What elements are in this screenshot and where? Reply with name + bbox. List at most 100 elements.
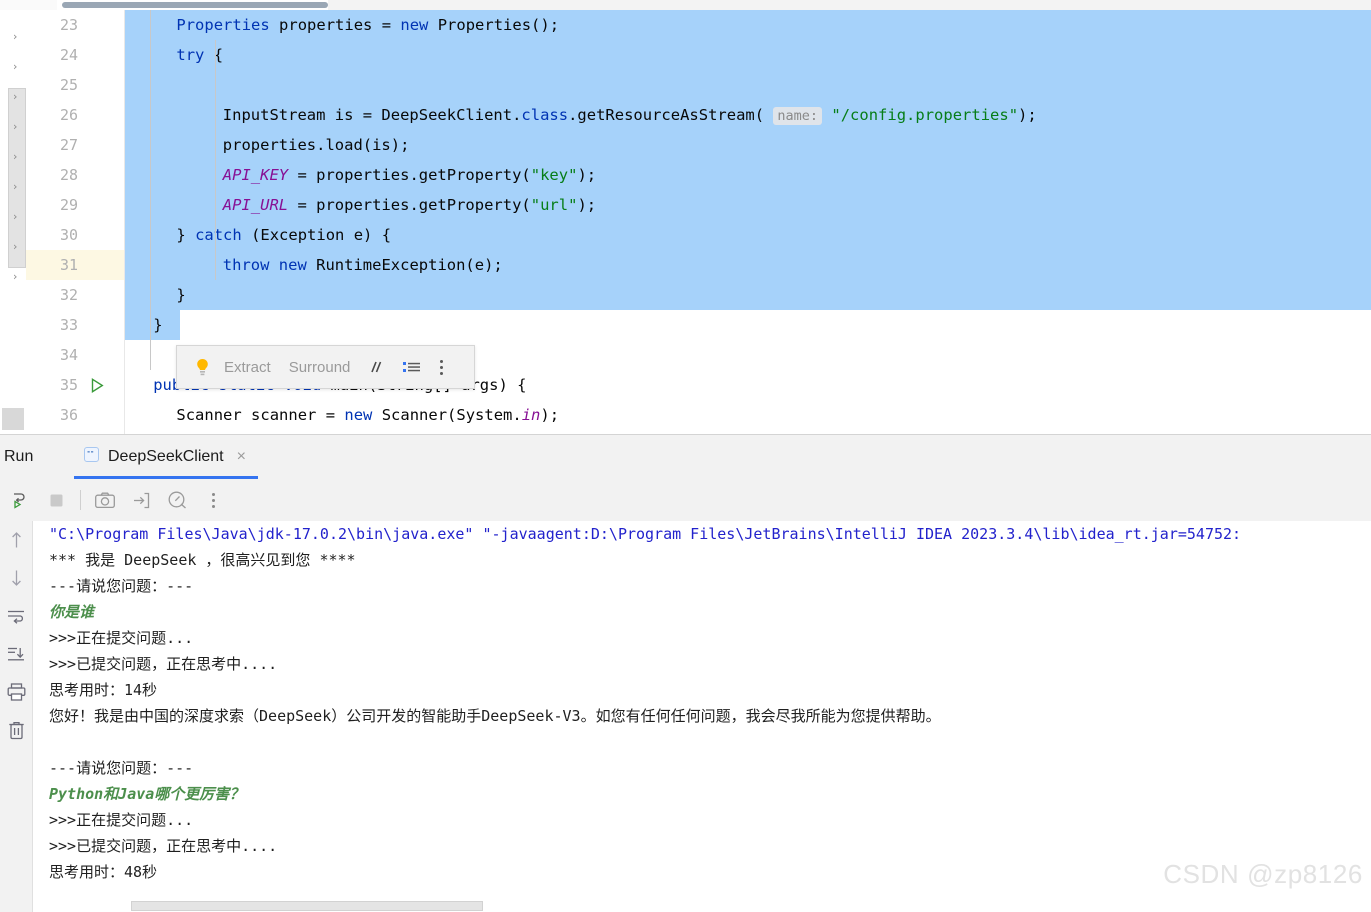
code-line-33[interactable]: }	[125, 310, 1371, 340]
chevron-right-icon[interactable]: ›	[13, 151, 23, 162]
line-number-29[interactable]: 29	[26, 190, 124, 220]
line-number-35[interactable]: 35	[26, 370, 124, 400]
code-line-27[interactable]: properties.load(is);	[125, 130, 1371, 160]
console-line: ---请说您问题：---	[49, 577, 194, 595]
console-line: ---请说您问题：---	[49, 759, 194, 777]
run-gutter-icon[interactable]	[91, 378, 104, 393]
chevron-right-icon[interactable]: ›	[13, 271, 23, 282]
code-line-29[interactable]: API_URL = properties.getProperty("url");	[125, 190, 1371, 220]
line-number-31[interactable]: 31	[26, 250, 124, 280]
run-tab-label: DeepSeekClient	[108, 448, 224, 465]
console-line: >>>正在提交问题...	[49, 629, 194, 647]
chevron-right-icon[interactable]: ›	[13, 121, 23, 132]
code-line-text: InputStream is = DeepSeekClient.class.ge…	[222, 106, 1037, 125]
scroll-to-end-icon[interactable]	[0, 635, 32, 673]
line-number-23[interactable]: 23	[26, 10, 124, 40]
toolbar-separator	[80, 490, 81, 510]
minimap-thumb[interactable]	[8, 88, 26, 268]
console-line: *** 我是 DeepSeek ，很高兴见到您 ****	[49, 551, 356, 569]
code-line-26[interactable]: InputStream is = DeepSeekClient.class.ge…	[125, 100, 1371, 130]
printer-icon[interactable]	[0, 673, 32, 711]
line-number-27[interactable]: 27	[26, 130, 124, 160]
code-line-text: try {	[176, 46, 224, 64]
stop-button[interactable]	[38, 483, 74, 517]
run-config-icon	[84, 447, 99, 467]
console-line: 您好！我是由中国的深度求索（DeepSeek）公司开发的智能助手DeepSeek…	[49, 707, 941, 725]
ide-window: › › › › › › › › › 23 24 25 26 27 28 29 30 31 32 33 34 35 36 P…	[0, 0, 1371, 912]
lightbulb-icon[interactable]	[189, 358, 215, 377]
chevron-right-icon[interactable]: ›	[13, 211, 23, 222]
editor-line-number-gutter[interactable]: 23 24 25 26 27 28 29 30 31 32 33 34 35 36	[26, 10, 125, 434]
arrow-up-icon[interactable]	[0, 521, 32, 559]
line-number-30[interactable]: 30	[26, 220, 124, 250]
intention-surround-label[interactable]: Surround	[280, 359, 360, 376]
chevron-right-icon[interactable]: ›	[13, 31, 23, 42]
code-line-text: API_KEY = properties.getProperty("key");	[222, 166, 597, 184]
chevron-right-icon[interactable]: ›	[13, 91, 23, 102]
console-scrollbar-thumb[interactable]	[131, 901, 483, 911]
run-tool-window-header: Run DeepSeekClient ×	[0, 435, 1371, 479]
chevron-right-icon[interactable]: ›	[13, 181, 23, 192]
code-line-text: Scanner scanner = new Scanner(System.in)…	[176, 406, 560, 424]
code-line-28[interactable]: API_KEY = properties.getProperty("key");	[125, 160, 1371, 190]
line-number-34[interactable]: 34	[26, 340, 124, 370]
intention-extract-label[interactable]: Extract	[215, 359, 280, 376]
run-tab-deepseekclient[interactable]: DeepSeekClient ×	[74, 435, 258, 479]
code-line-31[interactable]: throw new RuntimeException(e);	[125, 250, 1371, 280]
console-line: >>>正在提交问题...	[49, 811, 194, 829]
console-output[interactable]: "C:\Program Files\Java\jdk-17.0.2\bin\ja…	[32, 521, 1371, 912]
more-options-icon[interactable]	[430, 359, 453, 376]
editor-horizontal-scrollbar[interactable]	[0, 0, 1371, 10]
camera-icon[interactable]	[87, 483, 123, 517]
run-tool-window: Run DeepSeekClient × "C:\Program Files\J…	[0, 434, 1371, 912]
minimap-bottom-thumb[interactable]	[2, 408, 24, 430]
line-number-36[interactable]: 36	[26, 400, 124, 430]
console-horizontal-scrollbar[interactable]	[33, 900, 1371, 912]
code-line-32[interactable]: }	[125, 280, 1371, 310]
console-line: 思考用时：14秒	[49, 681, 158, 699]
more-options-icon[interactable]	[195, 483, 231, 517]
line-number-24[interactable]: 24	[26, 40, 124, 70]
code-line-text: API_URL = properties.getProperty("url");	[222, 196, 597, 214]
comment-icon[interactable]	[359, 360, 394, 374]
trash-icon[interactable]	[0, 711, 32, 749]
console-line: >>>已提交问题，正在思考中....	[49, 655, 278, 673]
console-side-toolbar	[0, 521, 32, 912]
code-line-text: }	[153, 316, 163, 334]
line-number-25[interactable]: 25	[26, 70, 124, 100]
line-number-32[interactable]: 32	[26, 280, 124, 310]
arrow-into-box-icon[interactable]	[123, 483, 159, 517]
console-line: "C:\Program Files\Java\jdk-17.0.2\bin\ja…	[49, 525, 1242, 543]
line-number-26[interactable]: 26	[26, 100, 124, 130]
watermark: CSDN @zp8126	[1163, 859, 1363, 889]
soft-wrap-icon[interactable]	[0, 597, 32, 635]
run-toolbar	[0, 479, 1371, 521]
code-editor-pane: › › › › › › › › › 23 24 25 26 27 28 29 30 31 32 33 34 35 36 P…	[0, 0, 1371, 434]
line-number-28[interactable]: 28	[26, 160, 124, 190]
code-line-30[interactable]: } catch (Exception e) {	[125, 220, 1371, 250]
console-line: >>>已提交问题，正在思考中....	[49, 837, 278, 855]
intention-actions-toolbar[interactable]: Extract Surround	[176, 345, 475, 389]
scrollbar-track-left	[0, 0, 57, 10]
arrow-down-icon[interactable]	[0, 559, 32, 597]
gauge-icon[interactable]	[159, 483, 195, 517]
console-line: 你是谁	[49, 603, 95, 621]
line-number-33[interactable]: 33	[26, 310, 124, 340]
code-line-24[interactable]: try {	[125, 40, 1371, 70]
console-line: Python和Java哪个更厉害？	[49, 785, 245, 803]
code-line-23[interactable]: Properties properties = new Properties()…	[125, 10, 1371, 40]
rerun-button[interactable]	[2, 483, 38, 517]
indent-guide-0	[150, 10, 151, 370]
code-line-text: properties.load(is);	[222, 136, 410, 154]
code-line-25[interactable]	[125, 70, 1371, 100]
editor-structure-strip: › › › › › › › › ›	[0, 10, 26, 434]
chevron-right-icon[interactable]: ›	[13, 241, 23, 252]
reformat-icon[interactable]	[394, 360, 430, 374]
chevron-right-icon[interactable]: ›	[13, 61, 23, 72]
run-tool-window-title: Run	[4, 448, 34, 465]
code-line-36[interactable]: Scanner scanner = new Scanner(System.in)…	[125, 400, 1371, 430]
scrollbar-thumb[interactable]	[62, 2, 328, 8]
close-icon[interactable]: ×	[233, 449, 246, 465]
